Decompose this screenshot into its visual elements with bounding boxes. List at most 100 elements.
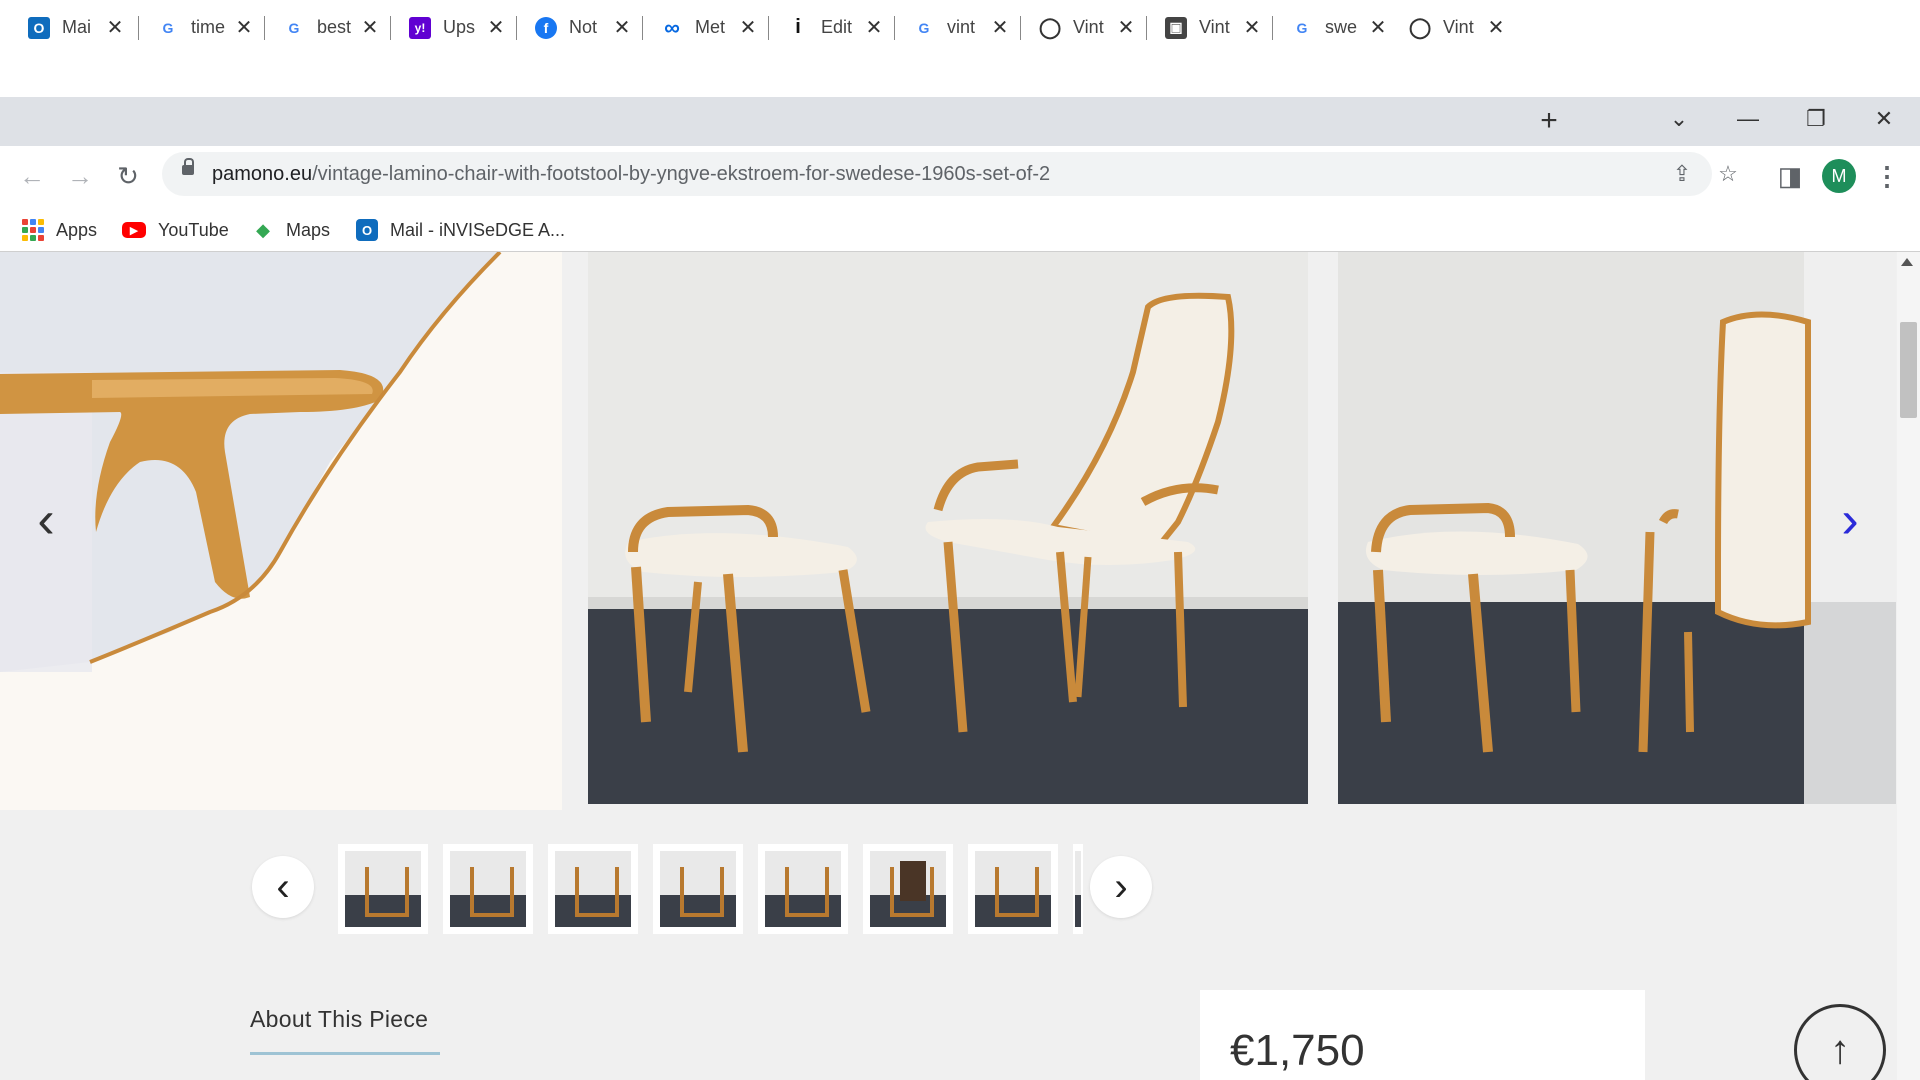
- tab-7[interactable]: i Edit ✕: [769, 6, 895, 49]
- armrest-closeup-image: [0, 252, 562, 810]
- close-tab-icon[interactable]: ✕: [1117, 15, 1135, 40]
- tab-title: Mai: [62, 17, 92, 37]
- meta-icon: ∞: [664, 14, 680, 40]
- page-scrollbar[interactable]: [1897, 252, 1920, 1080]
- thumbnail-image: [345, 851, 421, 927]
- close-tab-icon[interactable]: ✕: [865, 15, 883, 40]
- browser-menu-icon[interactable]: ⋮: [1874, 158, 1900, 194]
- thumbnail-3[interactable]: [548, 844, 638, 934]
- tab-search-dropdown-icon[interactable]: ⌄: [1659, 104, 1699, 134]
- tab-title: Edit: [821, 17, 853, 37]
- close-tab-icon[interactable]: ✕: [1243, 15, 1261, 40]
- tab-title: time: [191, 17, 225, 37]
- price-card: €1,750: [1200, 990, 1645, 1080]
- side-panel-icon[interactable]: ◨: [1772, 158, 1808, 194]
- close-tab-icon[interactable]: ✕: [235, 15, 253, 40]
- tab-title: Vint: [1199, 17, 1230, 37]
- gallery-next-arrow-icon[interactable]: ›: [1830, 494, 1870, 546]
- back-button[interactable]: ←: [14, 158, 50, 194]
- share-icon[interactable]: ⇪: [1668, 160, 1696, 188]
- close-window-button[interactable]: ✕: [1864, 104, 1904, 134]
- close-tab-icon[interactable]: ✕: [739, 15, 757, 40]
- bookmark-youtube[interactable]: ▶ YouTube: [122, 216, 229, 244]
- lock-icon[interactable]: [182, 158, 194, 175]
- thumbnail-8-partial[interactable]: [1073, 844, 1083, 934]
- restore-button[interactable]: ❐: [1796, 104, 1836, 134]
- url-text[interactable]: pamono.eu/vintage-lamino-chair-with-foot…: [212, 163, 1050, 186]
- tab-strip: [0, 97, 1920, 146]
- gallery-image-chair-and-footstool[interactable]: [588, 252, 1308, 804]
- close-tab-icon[interactable]: ✕: [991, 15, 1009, 40]
- thumbnail-7[interactable]: [968, 844, 1058, 934]
- tab-9[interactable]: ◯ Vint ✕: [1021, 6, 1147, 49]
- tab-8[interactable]: G vint ✕: [895, 6, 1021, 49]
- close-tab-icon[interactable]: ✕: [613, 15, 631, 40]
- thumbnail-6[interactable]: [863, 844, 953, 934]
- apps-grid-icon: [22, 219, 44, 241]
- globe-icon: ◯: [1038, 17, 1062, 39]
- bookmarks-bar: Apps ▶ YouTube ◆ Maps O Mail - iNVISeDGE…: [0, 208, 1920, 252]
- thumbnail-2[interactable]: [443, 844, 533, 934]
- thumbnail-5[interactable]: [758, 844, 848, 934]
- tab-2[interactable]: G time ✕: [139, 6, 265, 49]
- tab-12-active[interactable]: ◯ Vint ✕: [1391, 6, 1517, 49]
- info-icon: i: [795, 16, 801, 38]
- price-value: €1,750: [1230, 1026, 1365, 1075]
- minimize-button[interactable]: —: [1728, 104, 1768, 134]
- thumbnail-1[interactable]: [338, 844, 428, 934]
- tab-title: vint: [947, 17, 976, 37]
- tab-3[interactable]: G best ✕: [265, 6, 391, 49]
- globe-icon: ◯: [1408, 17, 1432, 39]
- tab-title: Ups: [443, 17, 476, 37]
- thumbnail-4[interactable]: [653, 844, 743, 934]
- profile-avatar[interactable]: M: [1822, 159, 1856, 193]
- bookmark-label: Mail - iNVISeDGE A...: [390, 219, 566, 240]
- google-icon: G: [1296, 19, 1308, 36]
- product-image-gallery: ‹ ›: [0, 252, 1897, 810]
- scroll-up-arrow-icon[interactable]: [1901, 258, 1913, 266]
- close-tab-icon[interactable]: ✕: [487, 15, 505, 40]
- about-this-piece-heading[interactable]: About This Piece: [250, 1006, 428, 1033]
- page-content: ‹ › ‹ › About This Piece €1,750 ↑: [0, 252, 1897, 1080]
- close-tab-icon[interactable]: ✕: [106, 15, 124, 40]
- side-view-image: [1338, 252, 1896, 804]
- tab-6[interactable]: ∞ Met ✕: [643, 6, 769, 49]
- reload-button[interactable]: ↻: [110, 158, 146, 194]
- tab-11[interactable]: G swe ✕: [1273, 6, 1391, 49]
- bookmark-apps[interactable]: Apps: [22, 216, 97, 244]
- thumbnails-next-button[interactable]: ›: [1090, 856, 1152, 918]
- yahoo-icon: y!: [409, 16, 431, 39]
- address-bar[interactable]: pamono.eu/vintage-lamino-chair-with-foot…: [162, 152, 1738, 196]
- gallery-prev-arrow-icon[interactable]: ‹: [26, 494, 66, 546]
- forward-button[interactable]: →: [62, 158, 98, 194]
- thumbnails-prev-button[interactable]: ‹: [252, 856, 314, 918]
- bookmark-maps[interactable]: ◆ Maps: [252, 216, 330, 244]
- tab-title: Vint: [1443, 17, 1474, 37]
- about-tab-underline: [250, 1052, 440, 1055]
- bookmark-mail[interactable]: O Mail - iNVISeDGE A...: [356, 216, 565, 244]
- bookmark-label: Maps: [286, 219, 331, 240]
- back-to-top-button[interactable]: ↑: [1794, 1004, 1886, 1080]
- close-tab-icon[interactable]: ✕: [361, 15, 379, 40]
- new-tab-button[interactable]: +: [1532, 104, 1566, 138]
- thumbnail-image: [975, 851, 1051, 927]
- facebook-icon: f: [535, 16, 557, 39]
- thumbnail-image: [660, 851, 736, 927]
- tab-5[interactable]: f Not ✕: [517, 6, 643, 49]
- tab-title: Not: [569, 17, 598, 37]
- thumbnail-image: [555, 851, 631, 927]
- close-tab-icon[interactable]: ✕: [1487, 15, 1505, 40]
- scrollbar-thumb[interactable]: [1900, 322, 1917, 418]
- close-tab-icon[interactable]: ✕: [1369, 15, 1387, 40]
- gallery-image-armrest-closeup[interactable]: [0, 252, 562, 810]
- tab-title: best: [317, 17, 351, 37]
- gallery-image-side-view[interactable]: [1338, 252, 1896, 804]
- bookmark-star-icon[interactable]: ☆: [1714, 160, 1742, 188]
- thumbnail-image: [450, 851, 526, 927]
- tab-title: Met: [695, 17, 726, 37]
- tab-1[interactable]: O Mai ✕: [0, 6, 139, 49]
- tab-4[interactable]: y! Ups ✕: [391, 6, 517, 49]
- url-domain: pamono.eu: [212, 163, 313, 185]
- tab-10[interactable]: ▣ Vint ✕: [1147, 6, 1273, 49]
- thumbnail-image: [1075, 851, 1081, 927]
